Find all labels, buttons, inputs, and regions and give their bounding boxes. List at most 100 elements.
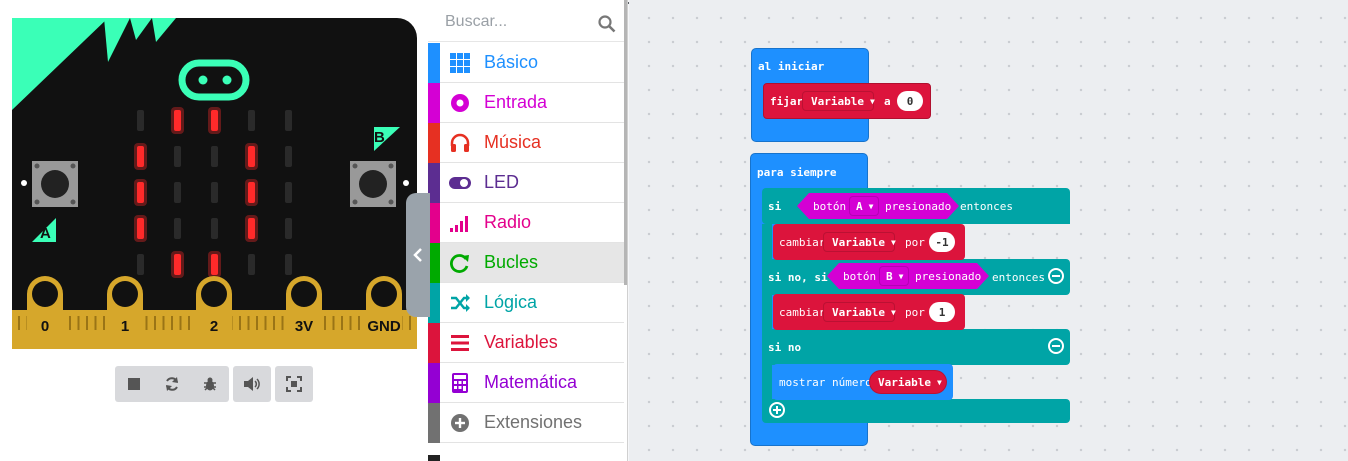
pin-0[interactable]: 0 xyxy=(27,276,63,349)
if-spine-1 xyxy=(762,224,772,260)
category-matematica[interactable]: Matemática xyxy=(428,362,624,403)
variable-dropdown[interactable]: Variable ▼ xyxy=(823,302,896,322)
minus-icon xyxy=(1052,275,1060,277)
pin-2[interactable]: 2 xyxy=(196,276,232,349)
button-b[interactable] xyxy=(350,161,396,207)
chevron-down-icon: ▼ xyxy=(869,96,875,106)
led-2-3 xyxy=(248,182,255,203)
forever-label: para siempre xyxy=(757,166,837,179)
led-0-4 xyxy=(285,110,292,131)
if-spine-3 xyxy=(762,365,772,399)
blocks-workspace[interactable]: al iniciar fijar Variable ▼ a 0 para siem… xyxy=(629,0,1348,461)
loop-icon xyxy=(449,252,471,274)
sound-button[interactable] xyxy=(233,366,271,402)
by-label: por xyxy=(905,306,925,319)
value-input[interactable]: 0 xyxy=(897,91,923,111)
category-radio[interactable]: Radio xyxy=(428,202,624,243)
led-1-1 xyxy=(174,146,181,167)
button-label: botón xyxy=(843,270,877,283)
list-icon xyxy=(449,332,471,354)
button-label: botón xyxy=(813,200,847,213)
pin-label: 2 xyxy=(210,318,218,335)
signal-icon xyxy=(449,212,471,234)
fullscreen-button[interactable] xyxy=(275,366,313,402)
led-4-1 xyxy=(174,254,181,275)
value-input-plus[interactable]: 1 xyxy=(929,302,955,322)
pin-gnd[interactable]: GND xyxy=(366,276,402,349)
change-variable-block-2[interactable]: cambiar Variable ▼ por 1 xyxy=(773,294,965,330)
category-label: Entrada xyxy=(484,92,548,112)
then-label-2: entonces xyxy=(992,271,1045,284)
chevron-down-icon: ▼ xyxy=(898,271,904,281)
led-3-3 xyxy=(248,218,255,239)
search-icon[interactable] xyxy=(598,15,616,33)
else-if-label: si no, si xyxy=(768,271,828,284)
category-label: Básico xyxy=(484,52,539,72)
button-a-pressed-block[interactable]: botón A ▼ presionado xyxy=(797,193,959,219)
category-logica[interactable]: Lógica xyxy=(428,282,624,323)
category-basico[interactable]: Básico xyxy=(428,42,624,83)
value-input-minus[interactable]: -1 xyxy=(929,232,955,252)
led-2-0 xyxy=(137,182,144,203)
pin-label: GND xyxy=(367,318,401,335)
variable-dropdown[interactable]: Variable ▼ xyxy=(823,232,896,252)
else-label: si no xyxy=(768,341,802,354)
pin-1[interactable]: 1 xyxy=(107,276,143,349)
fullscreen-icon xyxy=(286,376,302,392)
pin-label: 3V xyxy=(295,318,313,335)
remove-else-if-button[interactable] xyxy=(1048,268,1064,284)
else-block[interactable]: si no xyxy=(762,329,1070,365)
led-3-4 xyxy=(285,218,292,239)
simulator-panel: A B 0 1 2 3V GND xyxy=(0,0,428,461)
led-2-2 xyxy=(211,182,218,203)
set-variable-block[interactable]: fijar Variable ▼ a 0 xyxy=(763,83,931,119)
change-label: cambiar xyxy=(779,306,826,319)
change-label: cambiar xyxy=(779,236,826,249)
restart-button[interactable] xyxy=(153,366,191,402)
target-icon xyxy=(449,92,471,114)
category-label: Música xyxy=(484,132,542,152)
led-1-0 xyxy=(137,146,144,167)
category-variables[interactable]: Variables xyxy=(428,322,624,363)
grid-icon xyxy=(449,52,471,74)
button-b-pressed-block[interactable]: botón B ▼ presionado xyxy=(827,263,989,289)
change-variable-block-1[interactable]: cambiar Variable ▼ por -1 xyxy=(773,224,965,260)
toggle-icon xyxy=(449,172,471,194)
category-extensiones[interactable]: Extensiones xyxy=(428,402,624,443)
category-entrada[interactable]: Entrada xyxy=(428,82,624,123)
led-4-0 xyxy=(137,254,144,275)
category-musica[interactable]: Música xyxy=(428,122,624,163)
category-color-bar xyxy=(428,122,440,163)
simulator-collapse-tab[interactable] xyxy=(406,193,430,317)
button-b-label: B xyxy=(374,129,385,146)
remove-else-button[interactable] xyxy=(1048,338,1064,354)
stop-icon xyxy=(128,378,140,390)
button-a-dropdown[interactable]: A ▼ xyxy=(849,196,879,216)
calculator-icon xyxy=(449,372,471,394)
category-bucles[interactable]: Bucles xyxy=(428,242,624,283)
debug-button[interactable] xyxy=(191,366,229,402)
variable-dropdown[interactable]: Variable ▼ xyxy=(802,91,875,111)
category-label: Extensiones xyxy=(484,412,583,432)
search-input[interactable]: Buscar... xyxy=(445,13,507,31)
on-start-label: al iniciar xyxy=(758,60,825,73)
stop-button[interactable] xyxy=(115,366,153,402)
button-b-dropdown[interactable]: B ▼ xyxy=(879,266,909,286)
category-label: LED xyxy=(484,172,520,192)
control-group-fullscreen xyxy=(275,366,313,402)
led-2-1 xyxy=(174,182,181,203)
chevron-down-icon: ▼ xyxy=(868,201,874,211)
if-block-footer xyxy=(762,399,1070,423)
add-else-button[interactable] xyxy=(769,402,785,418)
button-a[interactable] xyxy=(32,161,78,207)
set-label: fijar xyxy=(770,95,804,108)
variable-reporter[interactable]: Variable ▼ xyxy=(869,370,947,394)
show-number-block[interactable]: mostrar número Variable ▼ xyxy=(773,364,953,400)
category-led[interactable]: LED xyxy=(428,162,624,203)
category-color-bar xyxy=(428,402,440,443)
toolbox-scrollbar[interactable] xyxy=(624,0,627,285)
restart-icon xyxy=(166,377,178,391)
category-label: Radio xyxy=(484,212,532,232)
search-box[interactable]: Buscar... xyxy=(428,2,624,42)
pin-3v[interactable]: 3V xyxy=(286,276,322,349)
